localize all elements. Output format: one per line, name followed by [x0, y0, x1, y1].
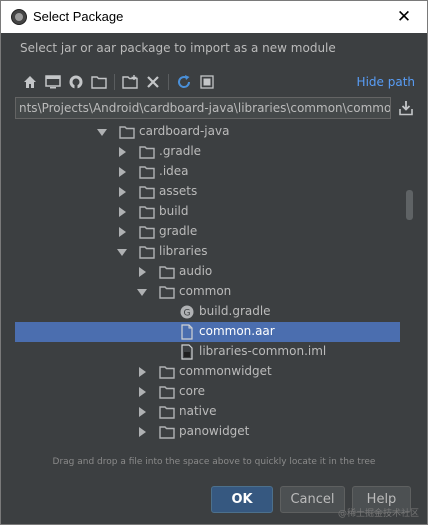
tree-row-label: panowidget: [179, 424, 250, 438]
tree-row[interactable]: panowidget: [15, 422, 400, 440]
tree-row[interactable]: native: [15, 402, 400, 422]
tree-row-label: native: [179, 404, 217, 418]
collapsed-arrow-icon[interactable]: [139, 267, 146, 277]
tree-row[interactable]: commonwidget: [15, 362, 400, 382]
folder-icon: [119, 124, 135, 140]
tree-row-label: commonwidget: [179, 364, 272, 378]
title-bar: Select Package ✕: [0, 0, 428, 33]
path-field[interactable]: [15, 97, 391, 119]
scrollbar-thumb[interactable]: [406, 190, 413, 220]
tree-row-label: assets: [159, 184, 198, 198]
collapsed-arrow-icon[interactable]: [139, 427, 146, 437]
tree-row-label: .gradle: [159, 144, 202, 158]
hide-path-link[interactable]: Hide path: [357, 75, 415, 89]
folder-icon: [139, 144, 155, 160]
tree-row[interactable]: libraries: [15, 242, 400, 262]
svg-text:G: G: [184, 309, 191, 319]
ok-button[interactable]: OK: [211, 486, 273, 513]
new-folder-icon[interactable]: [120, 72, 140, 92]
tree-row[interactable]: build: [15, 202, 400, 222]
folder-icon: [159, 384, 175, 400]
file-tree[interactable]: panowidget native core commonwidget librarie…: [15, 122, 415, 440]
project-folder-icon[interactable]: [89, 72, 109, 92]
path-input[interactable]: [16, 98, 390, 118]
collapsed-arrow-icon[interactable]: [119, 187, 126, 197]
folder-icon: [139, 164, 155, 180]
iml-file-icon: [179, 344, 195, 360]
tree-row-label: audio: [179, 264, 213, 278]
refresh-icon[interactable]: [174, 72, 194, 92]
tree-row[interactable]: assets: [15, 182, 400, 202]
delete-icon[interactable]: [143, 72, 163, 92]
folder-icon: [139, 244, 155, 260]
close-button[interactable]: ✕: [391, 5, 417, 29]
android-studio-icon: [11, 9, 27, 25]
collapsed-arrow-icon[interactable]: [139, 387, 146, 397]
folder-icon: [159, 404, 175, 420]
tree-row[interactable]: .gradle: [15, 142, 400, 162]
folder-icon: [159, 364, 175, 380]
tree-row[interactable]: gradle: [15, 222, 400, 242]
tree-row[interactable]: cardboard-java: [15, 122, 400, 142]
file-chooser-toolbar: Hide path: [20, 72, 415, 94]
toolbar-separator: [114, 74, 115, 90]
gradle-file-icon: G: [179, 304, 195, 320]
tree-row-label: libraries-common.iml: [199, 344, 327, 358]
collapsed-arrow-icon[interactable]: [119, 147, 126, 157]
tree-row-label: build.gradle: [199, 304, 271, 318]
collapsed-arrow-icon[interactable]: [139, 407, 146, 417]
collapsed-arrow-icon[interactable]: [119, 207, 126, 217]
tree-row[interactable]: .idea: [15, 162, 400, 182]
folder-icon: [139, 224, 155, 240]
tree-row[interactable]: Gbuild.gradle: [15, 302, 400, 322]
expanded-arrow-icon[interactable]: [97, 129, 107, 136]
watermark: @稀土掘金技术社区: [337, 509, 419, 519]
collapsed-arrow-icon[interactable]: [139, 367, 146, 377]
tree-row[interactable]: core: [15, 382, 400, 402]
dialog-description: Select jar or aar package to import as a…: [20, 41, 336, 55]
tree-row[interactable]: common: [15, 282, 400, 302]
tree-row[interactable]: audio: [15, 262, 400, 282]
expanded-arrow-icon[interactable]: [117, 249, 127, 256]
folder-icon: [159, 264, 175, 280]
window-title: Select Package: [33, 9, 124, 24]
drag-drop-hint: Drag and drop a file into the space abov…: [52, 457, 376, 467]
cancel-button[interactable]: Cancel: [280, 486, 345, 513]
desktop-icon[interactable]: [43, 72, 63, 92]
folder-icon: [139, 204, 155, 220]
android-icon[interactable]: [66, 72, 86, 92]
expanded-arrow-icon[interactable]: [137, 289, 147, 296]
folder-icon: [139, 184, 155, 200]
select-package-dialog: Select jar or aar package to import as a…: [0, 33, 428, 525]
tree-row[interactable]: libraries-common.iml: [15, 342, 400, 362]
tree-row[interactable]: common.aar: [15, 322, 400, 342]
tree-row-label: build: [159, 204, 189, 218]
tree-row-label: gradle: [159, 224, 198, 238]
show-hidden-icon[interactable]: [197, 72, 217, 92]
tree-row-label: .idea: [159, 164, 189, 178]
collapsed-arrow-icon[interactable]: [119, 227, 126, 237]
tree-scrollbar[interactable]: [403, 122, 415, 440]
tree-row-label: libraries: [159, 244, 208, 258]
tree-row-label: cardboard-java: [139, 124, 230, 138]
tree-row-label: common.aar: [199, 324, 275, 338]
collapsed-arrow-icon[interactable]: [119, 167, 126, 177]
folder-icon: [159, 284, 175, 300]
toolbar-separator: [168, 74, 169, 90]
home-icon[interactable]: [20, 72, 40, 92]
tree-row-label: core: [179, 384, 205, 398]
download-path-icon[interactable]: [397, 99, 415, 117]
tree-row-label: common: [179, 284, 232, 298]
folder-icon: [159, 424, 175, 440]
file-icon: [179, 324, 195, 340]
